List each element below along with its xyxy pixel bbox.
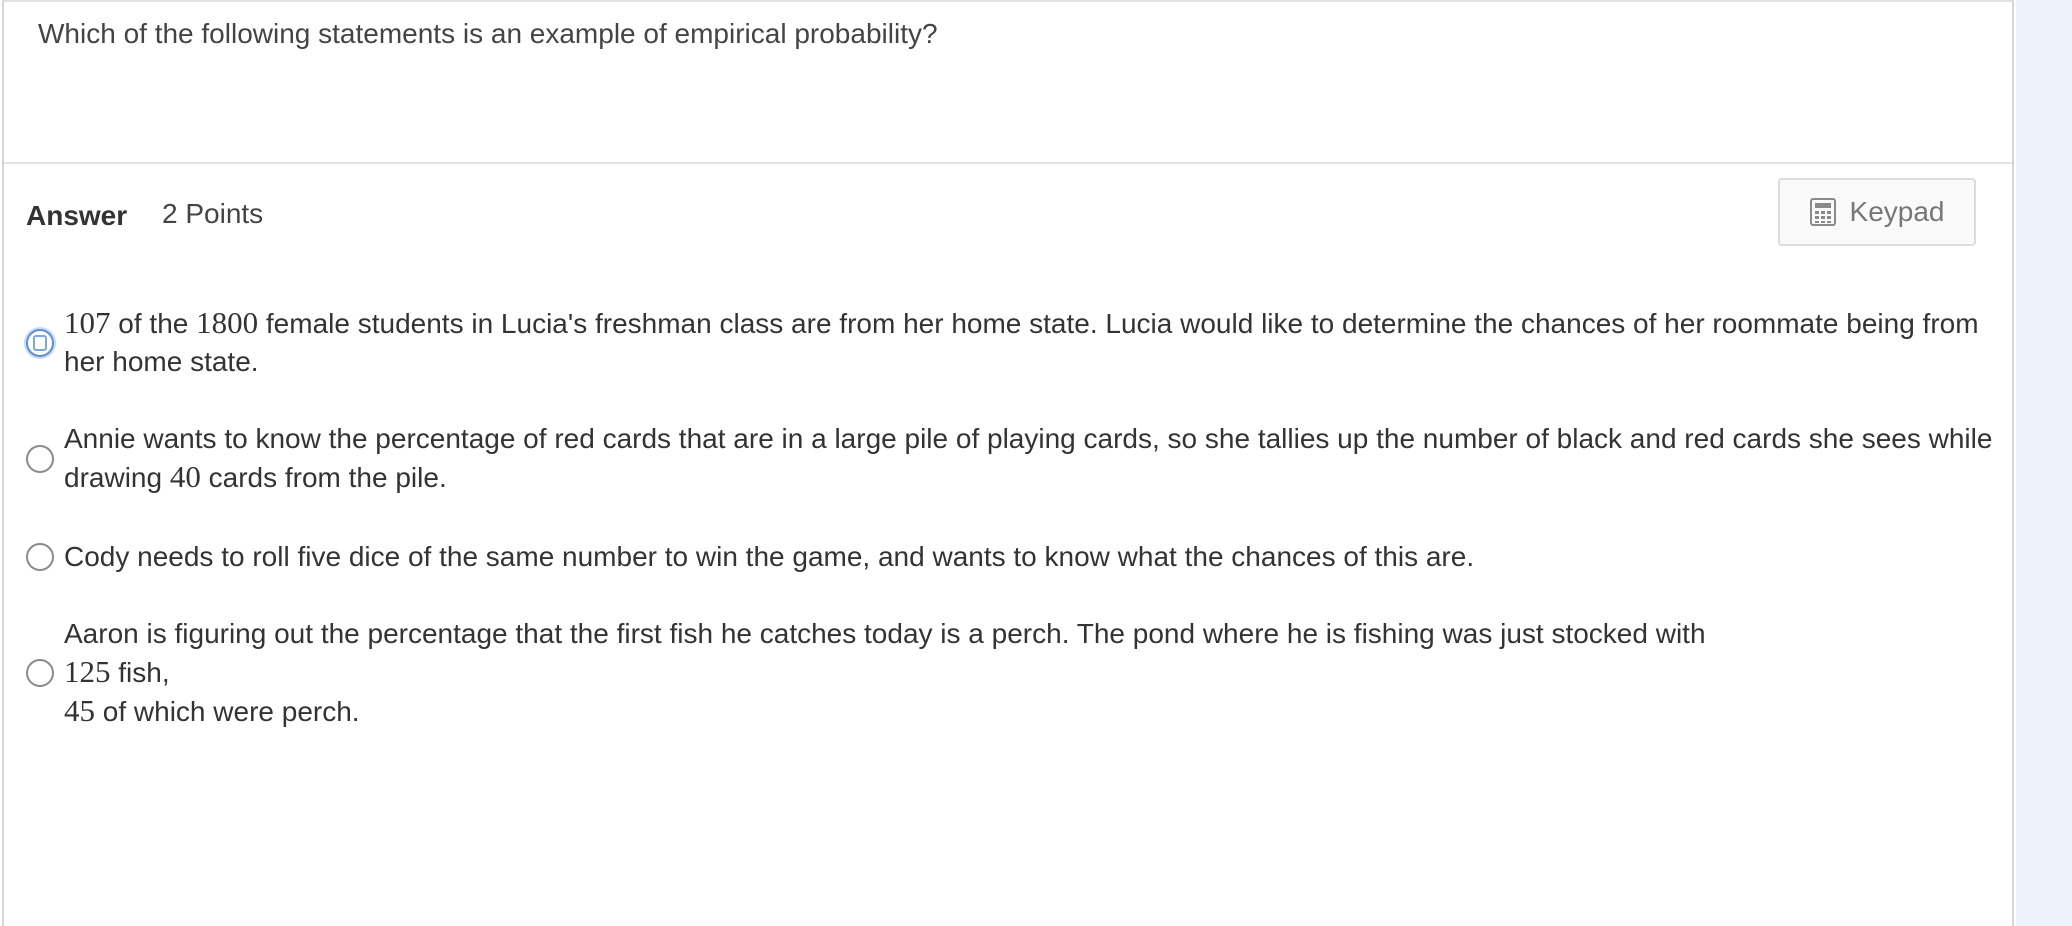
screen: Which of the following statements is an … (0, 0, 2072, 926)
text-part: of the (110, 308, 197, 339)
question-text: Which of the following statements is an … (38, 18, 938, 49)
text-part: female students in Lucia's freshman clas… (64, 308, 1979, 377)
answer-label: Answer (26, 200, 128, 231)
answer-option-2[interactable]: Annie wants to know the percentage of re… (26, 420, 2004, 497)
option-line: Aaron is figuring out the percentage tha… (64, 618, 1706, 649)
text-part: of which were perch. (95, 696, 360, 727)
answer-option-3[interactable]: Cody needs to roll five dice of the same… (26, 538, 1474, 576)
number: 45 (64, 693, 95, 728)
calculator-icon (1809, 198, 1836, 226)
question-card: Which of the following statements is an … (2, 0, 2014, 926)
answer-option-1[interactable]: 107 of the 1800 female students in Lucia… (26, 304, 2004, 381)
points-label: 2 Points (162, 198, 264, 229)
number: 40 (169, 459, 201, 494)
number: 107 (64, 305, 111, 340)
keypad-button[interactable]: Keypad (1778, 178, 1976, 246)
divider (4, 162, 2012, 164)
answer-option-4[interactable]: Aaron is figuring out the percentage tha… (26, 615, 2004, 731)
number: 125 (64, 654, 111, 689)
right-side-panel (2016, 0, 2072, 926)
keypad-label: Keypad (1849, 196, 1945, 227)
text-part: cards from the pile. (200, 462, 447, 493)
radio-button[interactable] (26, 659, 54, 687)
option-text: Aaron is figuring out the percentage tha… (64, 615, 2004, 731)
radio-button[interactable] (26, 543, 54, 571)
option-text: 107 of the 1800 female students in Lucia… (64, 304, 2004, 381)
option-line: 125 fish, (64, 653, 2004, 692)
option-text: Cody needs to roll five dice of the same… (64, 541, 1475, 572)
number: 1800 (196, 305, 259, 340)
radio-button[interactable] (26, 444, 54, 473)
text-part: fish, (110, 657, 170, 688)
radio-button[interactable] (26, 328, 54, 357)
option-line: 45 of which were perch. (64, 692, 2004, 731)
option-text: Annie wants to know the percentage of re… (64, 420, 2004, 497)
